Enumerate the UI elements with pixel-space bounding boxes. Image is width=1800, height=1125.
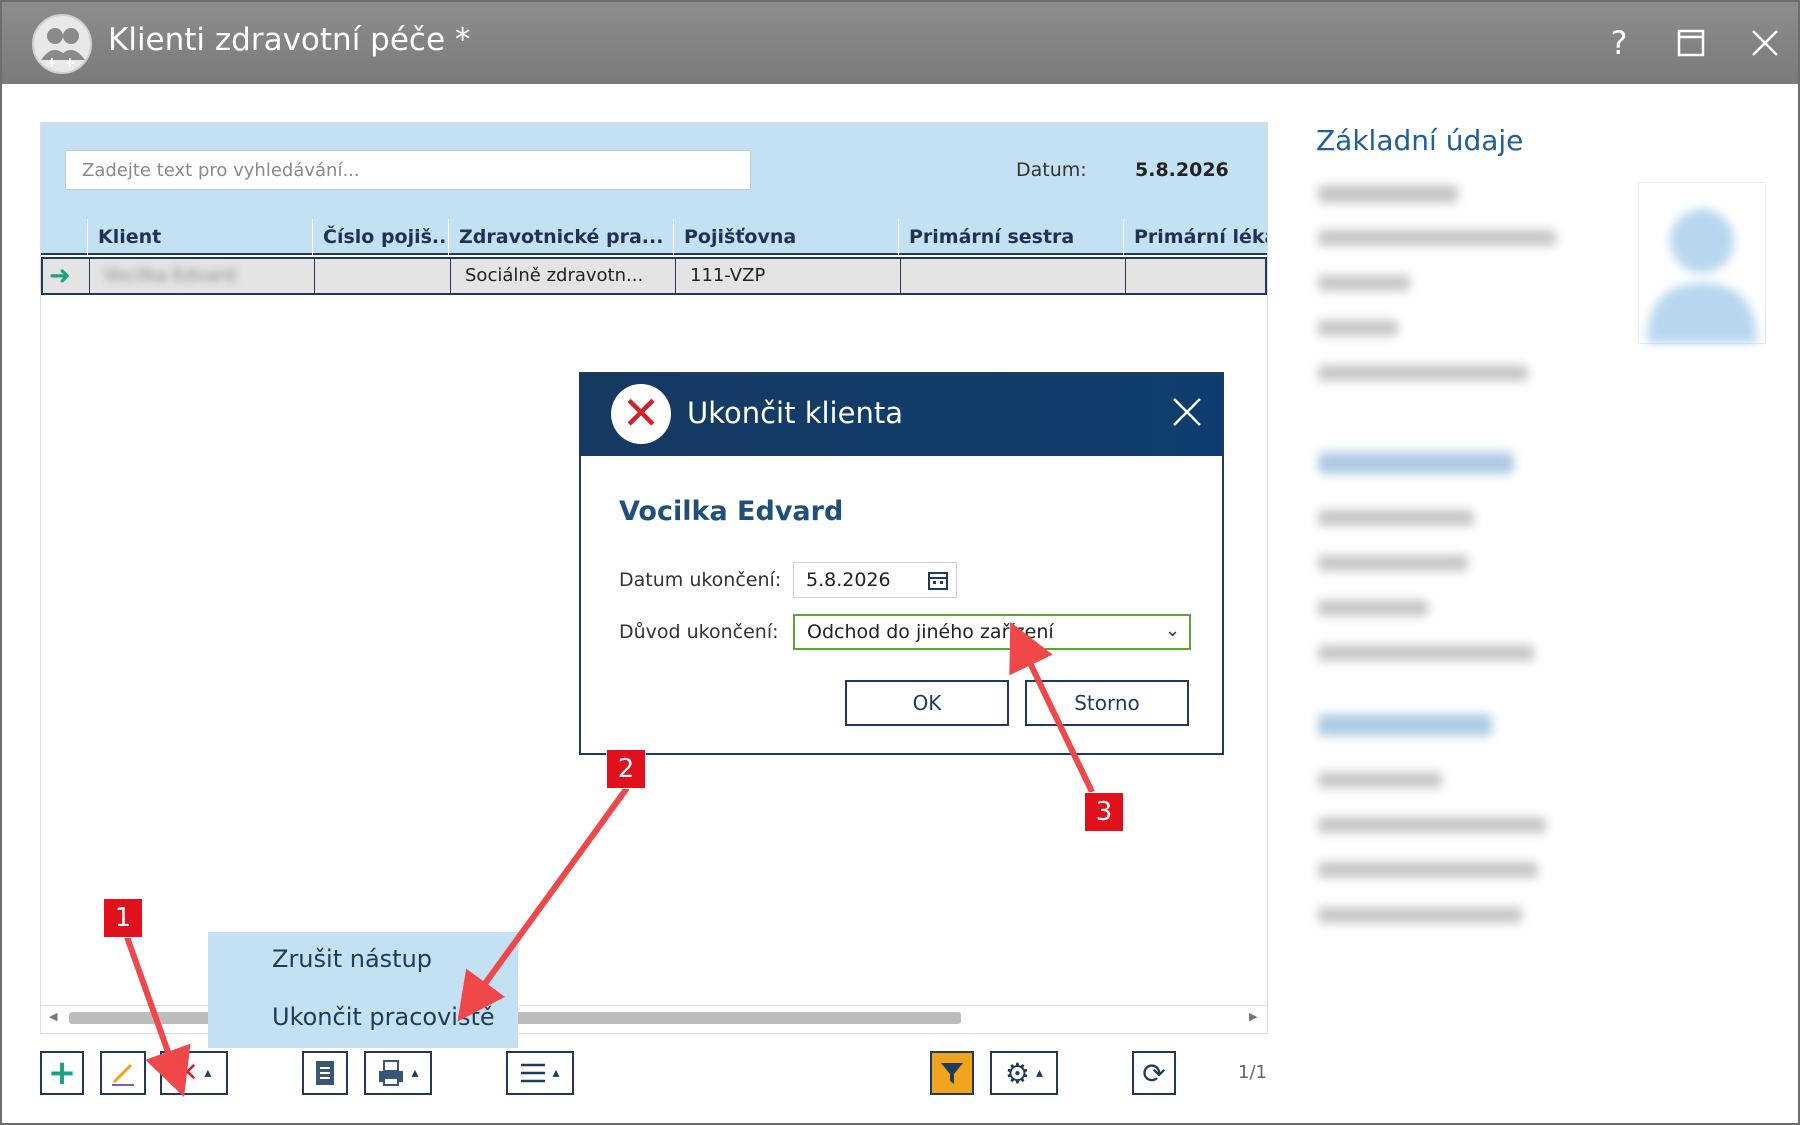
cell-pojistovna[interactable]: 111-VZP bbox=[675, 259, 900, 293]
menu-item-ukoncit-pracoviste[interactable]: Ukončit pracoviště bbox=[272, 1003, 495, 1031]
blurred-detail bbox=[1318, 365, 1528, 381]
clients-app-icon: + + bbox=[32, 14, 92, 74]
col-primarni-lekar[interactable]: Primární léka bbox=[1123, 219, 1267, 255]
printer-icon bbox=[379, 1060, 404, 1086]
cell-zdravotnicke[interactable]: Sociálně zdravotn... bbox=[450, 259, 675, 293]
blurred-detail bbox=[1318, 275, 1410, 291]
refresh-button[interactable]: ⟳ bbox=[1132, 1051, 1176, 1095]
app-window: + + Klienti zdravotní péče * ? Datum: 5.… bbox=[0, 0, 1800, 1125]
error-x-icon: ✕ bbox=[611, 384, 671, 444]
blurred-detail bbox=[1318, 907, 1522, 923]
cell-lekar[interactable] bbox=[1125, 259, 1267, 293]
annotation-badge-1: 1 bbox=[103, 898, 143, 938]
cell-klient-text: Vocilka Edvard bbox=[104, 265, 236, 286]
caret-up-icon: ▴ bbox=[204, 1065, 212, 1081]
close-icon bbox=[1173, 398, 1201, 426]
calendar-icon[interactable] bbox=[928, 570, 948, 590]
end-client-dialog: ✕ Ukončit klienta Vocilka Edvard Datum u… bbox=[579, 372, 1224, 755]
blurred-section-title bbox=[1318, 452, 1514, 474]
col-primarni-sestra[interactable]: Primární sestra bbox=[898, 219, 1123, 255]
datum-label: Datum: bbox=[1016, 159, 1087, 181]
annotation-badge-3: 3 bbox=[1084, 792, 1124, 832]
col-zdravotnicke-pracoviste[interactable]: Zdravotnické pra... ↑ bbox=[448, 219, 673, 255]
hamburger-menu-icon bbox=[521, 1063, 546, 1083]
pencil-icon bbox=[112, 1063, 134, 1086]
blurred-detail bbox=[1318, 320, 1398, 336]
table-row[interactable]: ➜ Vocilka Edvard Sociálně zdravotn... 11… bbox=[41, 257, 1267, 295]
blurred-detail bbox=[1318, 772, 1442, 788]
storno-button[interactable]: Storno bbox=[1025, 680, 1189, 726]
print-button[interactable]: ▴ bbox=[364, 1051, 432, 1095]
end-actions-menu: Zrušit nástup Ukončit pracoviště bbox=[208, 932, 518, 1048]
list-header: Datum: 5.8.2026 bbox=[41, 123, 1267, 219]
svg-text:+: + bbox=[46, 55, 58, 70]
ok-button[interactable]: OK bbox=[845, 680, 1009, 726]
grid-header: Klient Číslo pojiš... Zdravotnické pra..… bbox=[41, 219, 1267, 255]
avatar bbox=[1638, 182, 1766, 344]
blurred-detail bbox=[1318, 645, 1534, 661]
document-icon bbox=[316, 1061, 334, 1085]
row-indicator: ➜ bbox=[43, 259, 89, 293]
blurred-section-title bbox=[1318, 714, 1492, 736]
filter-icon bbox=[941, 1063, 963, 1084]
col-pojistovna[interactable]: Pojišťovna bbox=[673, 219, 898, 255]
datum-value[interactable]: 5.8.2026 bbox=[1135, 159, 1229, 181]
scroll-right-icon[interactable]: ▶ bbox=[1249, 1010, 1257, 1023]
close-window-button[interactable] bbox=[1738, 16, 1792, 70]
page-count: 1/1 bbox=[1238, 1062, 1267, 1083]
col-cislo-pojistence[interactable]: Číslo pojiš... bbox=[312, 219, 448, 255]
window-title: Klienti zdravotní péče * bbox=[108, 22, 471, 58]
document-button[interactable] bbox=[302, 1051, 348, 1095]
dialog-client-name: Vocilka Edvard bbox=[619, 496, 844, 527]
cell-klient[interactable]: Vocilka Edvard bbox=[89, 259, 314, 293]
caret-up-icon: ▴ bbox=[1036, 1065, 1044, 1081]
menu-item-zrusit-nastup[interactable]: Zrušit nástup bbox=[272, 945, 432, 973]
cell-sestra[interactable] bbox=[900, 259, 1125, 293]
end-reason-value: Odchod do jiného zařízení bbox=[807, 621, 1054, 643]
title-bar: + + Klienti zdravotní péče * ? bbox=[2, 2, 1798, 84]
blurred-detail bbox=[1318, 817, 1546, 833]
blurred-detail bbox=[1318, 600, 1428, 616]
maximize-button[interactable] bbox=[1664, 16, 1718, 70]
dialog-title: Ukončit klienta bbox=[687, 396, 903, 430]
maximize-icon bbox=[1677, 29, 1705, 57]
end-client-button[interactable]: ✕ ▴ bbox=[160, 1051, 228, 1095]
blurred-detail bbox=[1318, 555, 1468, 571]
end-date-field[interactable]: 5.8.2026 bbox=[793, 562, 957, 598]
close-icon bbox=[1752, 30, 1778, 56]
chevron-down-icon: ⌄ bbox=[1165, 620, 1181, 641]
blurred-detail bbox=[1318, 230, 1556, 246]
add-button[interactable]: + bbox=[40, 1051, 84, 1095]
col-klient[interactable]: Klient bbox=[87, 219, 312, 255]
blurred-name bbox=[1318, 185, 1458, 203]
scroll-left-icon[interactable]: ◀ bbox=[49, 1010, 57, 1023]
settings-button[interactable]: ⚙ ▴ bbox=[990, 1051, 1058, 1095]
svg-text:+: + bbox=[64, 55, 76, 70]
filter-button[interactable] bbox=[930, 1051, 974, 1095]
end-date-label: Datum ukončení: bbox=[619, 569, 782, 591]
dialog-close-button[interactable] bbox=[1171, 392, 1203, 437]
refresh-icon: ⟳ bbox=[1142, 1056, 1166, 1090]
end-reason-label: Důvod ukončení: bbox=[619, 621, 779, 643]
blurred-detail bbox=[1318, 510, 1474, 526]
caret-up-icon: ▴ bbox=[411, 1065, 419, 1081]
dialog-header: ✕ Ukončit klienta bbox=[581, 374, 1222, 456]
menu-button[interactable]: ▴ bbox=[506, 1051, 574, 1095]
help-button[interactable]: ? bbox=[1592, 16, 1646, 70]
search-input[interactable] bbox=[65, 150, 751, 190]
plus-icon: + bbox=[47, 1053, 77, 1093]
delete-x-icon: ✕ bbox=[176, 1058, 199, 1088]
edit-button[interactable] bbox=[100, 1051, 146, 1095]
caret-up-icon: ▴ bbox=[552, 1065, 560, 1081]
basic-info-title: Základní údaje bbox=[1316, 124, 1524, 157]
end-date-value: 5.8.2026 bbox=[806, 569, 891, 591]
end-reason-select[interactable]: Odchod do jiného zařízení ⌄ bbox=[793, 614, 1191, 650]
cell-cislo[interactable] bbox=[314, 259, 450, 293]
gear-icon: ⚙ bbox=[1004, 1056, 1031, 1090]
blurred-detail bbox=[1318, 862, 1538, 878]
arrow-right-icon: ➜ bbox=[49, 261, 71, 291]
annotation-badge-2: 2 bbox=[606, 749, 646, 789]
col-indicator bbox=[41, 219, 87, 255]
